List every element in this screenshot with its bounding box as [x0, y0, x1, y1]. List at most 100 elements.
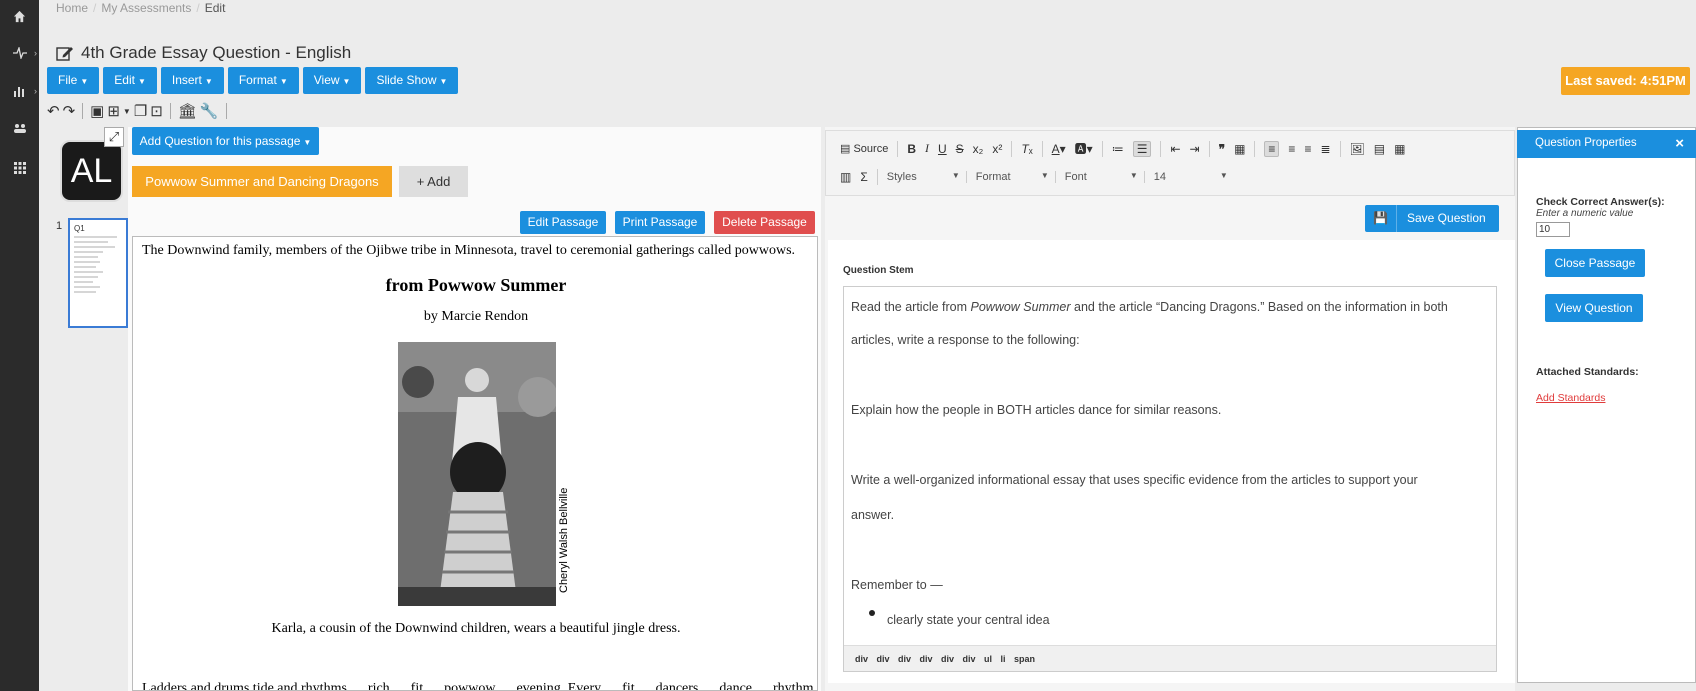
menu-insert-label: Insert	[171, 73, 202, 87]
menu-edit-label: Edit	[114, 73, 135, 87]
brand-logo: AL	[60, 140, 123, 202]
stem-line: Remember to —	[851, 578, 943, 592]
clear-format-icon[interactable]: Tₓ	[1021, 142, 1032, 156]
format-dropdown[interactable]: Format ▼	[976, 171, 1056, 183]
menu-insert[interactable]: Insert ▼	[160, 67, 224, 94]
close-icon[interactable]: ×	[1675, 135, 1684, 152]
add-passage-tab-button[interactable]: + Add	[399, 166, 468, 197]
view-question-button[interactable]: View Question	[1545, 294, 1643, 322]
redo-icon[interactable]: ↷	[63, 102, 76, 120]
strikethrough-icon[interactable]: S	[956, 142, 964, 156]
check-answer-label: Check Correct Answer(s):	[1536, 196, 1665, 208]
menu-file[interactable]: File ▼	[47, 67, 100, 94]
bg-color-icon[interactable]: 🅰▾	[1075, 140, 1093, 157]
home-icon[interactable]	[0, 4, 39, 28]
indent-icon[interactable]: ⇥	[1190, 142, 1200, 156]
rich-text-toolbar-row-1: ▤ Source B I U S x₂ x² Tₓ A▾ 🅰▾ ≔ ☰ ⇤ ⇥ …	[840, 140, 1405, 157]
blockquote-icon[interactable]: ❞	[1219, 142, 1225, 156]
breadcrumb-current: Edit	[204, 1, 226, 15]
stem-line: articles, write a response to the follow…	[851, 333, 1080, 347]
math-sigma-icon[interactable]: Σ	[860, 170, 867, 184]
page-title: 4th Grade Essay Question - English	[81, 43, 352, 62]
stem-line: Write a well-organized informational ess…	[851, 473, 1418, 487]
new-slide-icon[interactable]: ⊞	[107, 102, 120, 120]
attached-standards-label: Attached Standards:	[1536, 366, 1639, 378]
wrench-icon[interactable]: 🔧	[200, 102, 219, 120]
slide-thumbnail[interactable]: Q1	[68, 218, 128, 328]
photo-caption: Karla, a cousin of the Downwind children…	[271, 621, 681, 636]
passage-tab[interactable]: Powwow Summer and Dancing Dragons	[132, 166, 392, 197]
breadcrumb: Home / My Assessments / Edit	[56, 1, 226, 15]
properties-title: Question Properties	[1535, 137, 1637, 149]
menu-format[interactable]: Format ▼	[227, 67, 299, 94]
menu-view[interactable]: View ▼	[302, 67, 362, 94]
div-container-icon[interactable]: ▦	[1234, 142, 1245, 156]
font-label: Font	[1064, 171, 1087, 183]
italic-icon[interactable]: I	[925, 141, 929, 156]
close-passage-button[interactable]: Close Passage	[1545, 249, 1645, 277]
text-color-icon[interactable]: A▾	[1052, 142, 1066, 156]
align-right-icon[interactable]: ≡	[1304, 142, 1311, 156]
justify-icon[interactable]: ≣	[1320, 142, 1330, 156]
bullet-dot	[869, 610, 875, 616]
edit-passage-button[interactable]: Edit Passage	[520, 211, 606, 234]
numbered-list-icon[interactable]: ≔	[1112, 142, 1124, 156]
new-slide-dropdown-icon[interactable]: ▼	[123, 107, 131, 116]
question-properties-panel: Check Correct Answer(s): Enter a numeric…	[1517, 127, 1696, 683]
bank-icon[interactable]: 🏛	[178, 102, 197, 120]
special-char-icon[interactable]: ▥	[840, 170, 851, 184]
font-size-dropdown[interactable]: 14 ▼	[1154, 171, 1234, 183]
font-dropdown[interactable]: Font ▼	[1065, 171, 1145, 183]
save-question-button[interactable]: 💾 Save Question	[1365, 205, 1499, 232]
align-center-icon[interactable]: ≡	[1288, 142, 1295, 156]
menu-format-label: Format	[238, 73, 277, 87]
toolbar-divider	[225, 103, 227, 119]
copy-slide-icon[interactable]: ❐	[134, 102, 147, 120]
align-left-icon[interactable]: ≡	[1264, 140, 1280, 157]
media-icon[interactable]: ▤	[1374, 142, 1385, 156]
expand-icon[interactable]: ⤢	[104, 127, 124, 147]
menu-slide-show-label: Slide Show	[376, 73, 437, 87]
question-stem-label: Question Stem	[843, 265, 914, 276]
slide-thumbnail-label: Q1	[74, 224, 85, 233]
stem-line: answer.	[851, 508, 895, 522]
outdent-icon[interactable]: ⇤	[1170, 142, 1180, 156]
table-icon[interactable]: ▦	[1394, 142, 1405, 156]
delete-passage-button[interactable]: Delete Passage	[714, 211, 815, 234]
rich-text-toolbar: ▤ Source B I U S x₂ x² Tₓ A▾ 🅰▾ ≔ ☰ ⇤ ⇥ …	[825, 130, 1515, 196]
menu-view-label: View	[313, 73, 340, 87]
add-standards-link[interactable]: Add Standards	[1536, 392, 1605, 404]
menu-slide-show[interactable]: Slide Show ▼	[365, 67, 459, 94]
passage-intro: The Downwind family, members of the Ojib…	[142, 243, 796, 258]
add-question-for-passage-button[interactable]: Add Question for this passage ▼	[132, 127, 319, 155]
activity-icon[interactable]: ›	[0, 41, 39, 65]
save-icon[interactable]: ▣	[90, 102, 104, 120]
underline-icon[interactable]: U	[938, 142, 947, 156]
undo-icon[interactable]: ↶	[47, 102, 60, 120]
rich-text-toolbar-row-2: ▥ Σ Styles ▼ Format ▼ Font ▼ 14 ▼	[840, 169, 1234, 185]
stem-line: Explain how the people in BOTH articles …	[851, 403, 1222, 417]
users-icon[interactable]	[0, 116, 39, 140]
breadcrumb-home[interactable]: Home	[56, 1, 88, 15]
grid-apps-icon[interactable]	[0, 156, 39, 180]
styles-label: Styles	[886, 171, 917, 183]
save-question-label: Save Question	[1407, 211, 1486, 225]
toolbar-divider	[169, 103, 171, 119]
menu-edit[interactable]: Edit ▼	[103, 67, 157, 94]
breadcrumb-my-assessments[interactable]: My Assessments	[101, 1, 191, 15]
slide-number: 1	[56, 220, 63, 232]
passage-document: The Downwind family, members of the Ojib…	[132, 236, 818, 691]
superscript-icon[interactable]: x²	[992, 142, 1002, 156]
bold-icon[interactable]: B	[907, 142, 916, 156]
correct-answer-input[interactable]: 10	[1536, 222, 1570, 237]
image-icon[interactable]: 🖼	[1350, 142, 1365, 156]
question-stem-editor[interactable]: Read the article from Powwow Summer and …	[843, 286, 1497, 672]
print-passage-button[interactable]: Print Passage	[615, 211, 705, 234]
last-saved-badge: Last saved: 4:51PM	[1561, 67, 1690, 95]
bulleted-list-icon[interactable]: ☰	[1132, 140, 1152, 157]
styles-dropdown[interactable]: Styles ▼	[887, 171, 967, 183]
source-button[interactable]: ▤ Source	[840, 142, 888, 155]
delete-slide-icon[interactable]: ⊡	[150, 102, 163, 120]
subscript-icon[interactable]: x₂	[973, 142, 984, 156]
reports-chart-icon[interactable]: ›	[0, 79, 39, 103]
